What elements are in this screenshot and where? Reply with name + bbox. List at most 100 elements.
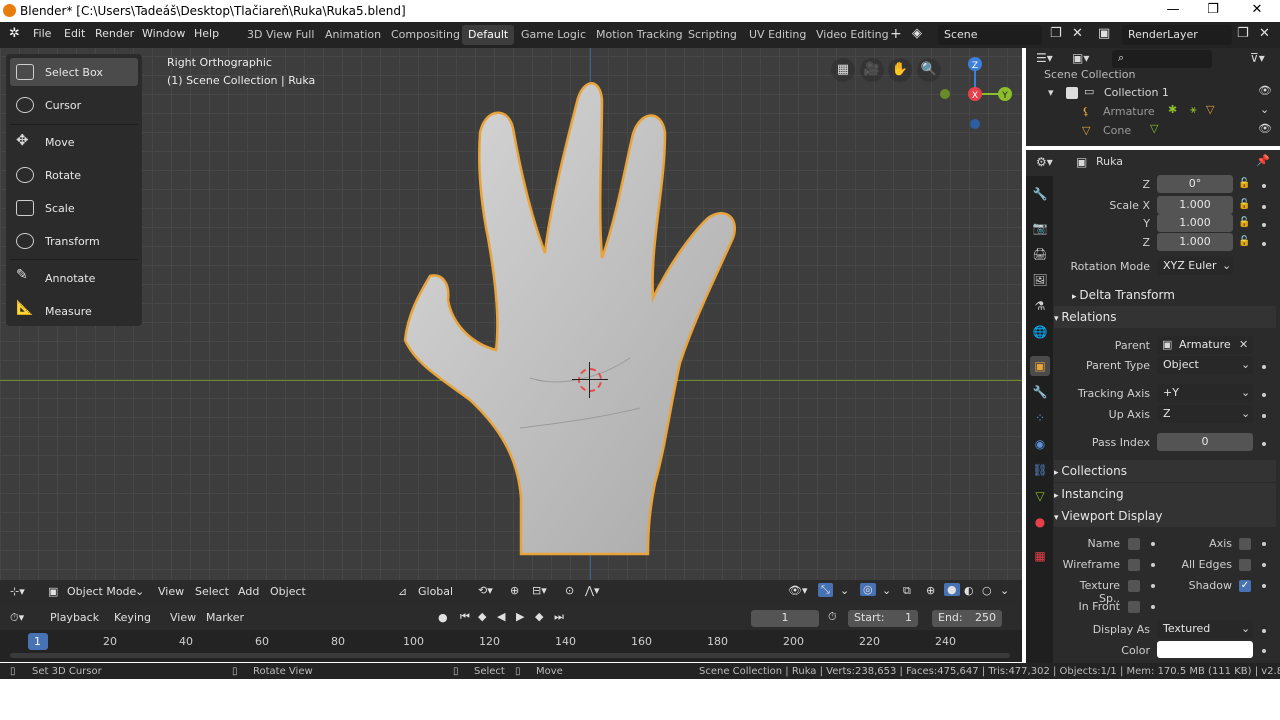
tab-3d-view-full[interactable]: 3D View Full (241, 25, 320, 45)
new-render-layer-icon[interactable]: ❐ (1237, 26, 1249, 41)
relations-header[interactable]: ▾ Relations (1054, 306, 1276, 328)
filter-icon[interactable]: ⊽▾ (1250, 51, 1265, 65)
instancing-header[interactable]: ▸ Instancing (1054, 483, 1276, 505)
menu-window[interactable]: Window (142, 27, 185, 40)
all-edges-checkbox[interactable] (1239, 559, 1251, 571)
expand-down-icon[interactable]: ⌄ (1260, 103, 1269, 116)
tracking-axis-dropdown[interactable]: +Y (1157, 384, 1253, 402)
orientation-dropdown[interactable]: Global (418, 585, 453, 598)
axis-gizmo[interactable]: Z X Y (935, 56, 1015, 136)
keyframe-dot[interactable] (1262, 393, 1266, 397)
start-frame-field[interactable]: Start: 1 (848, 610, 918, 627)
up-axis-dropdown[interactable]: Z (1157, 405, 1253, 423)
scale-x-field[interactable]: 1.000 (1157, 196, 1233, 214)
pivot-icon[interactable]: ⟲▾ (478, 584, 493, 597)
shadow-checkbox[interactable]: ✓ (1239, 580, 1251, 592)
particles-tab-icon[interactable]: ⁘ (1030, 408, 1050, 428)
tool-cursor[interactable]: Cursor (10, 91, 138, 119)
keyframe-dot[interactable] (1262, 223, 1266, 227)
mode-dropdown[interactable]: Object Mode (67, 585, 136, 598)
texture-space-checkbox[interactable] (1128, 580, 1140, 592)
eye-icon[interactable]: 👁 (1258, 122, 1272, 135)
end-frame-field[interactable]: End: 250 (932, 610, 1002, 627)
display-mode-icon[interactable]: ▣▾ (1072, 51, 1089, 65)
constraints-tab-icon[interactable]: ⛓ (1030, 460, 1050, 480)
render-tab-icon[interactable]: 📷 (1030, 218, 1050, 238)
overlay-toggle-icon[interactable]: ◎ (860, 583, 876, 596)
scale-y-field[interactable]: 1.000 (1157, 214, 1233, 232)
eye-icon[interactable]: 👁 (1258, 84, 1272, 97)
jump-end-icon[interactable]: ⏭ (554, 610, 564, 624)
gizmo-dropdown-icon[interactable]: ⌄ (840, 584, 849, 597)
rendered-shading-icon[interactable]: ○ (982, 584, 992, 597)
render-layer-icon[interactable]: ▣ (1098, 26, 1110, 41)
in-front-checkbox[interactable] (1128, 601, 1140, 613)
current-frame-field[interactable]: 1 (751, 610, 819, 627)
output-tab-icon[interactable]: 🖨 (1030, 244, 1050, 264)
tool-measure[interactable]: 📐 Measure (10, 297, 138, 325)
3d-viewport[interactable]: Select Box Cursor ✥ Move Rotate Scale Tra… (0, 48, 1022, 606)
keyframe-dot[interactable] (1262, 649, 1266, 653)
snap-icon[interactable]: ⊕ (510, 584, 519, 597)
close-icon[interactable]: ✕ (1244, 2, 1270, 20)
timeline-scrollbar[interactable] (10, 653, 1010, 658)
prev-keyframe-icon[interactable]: ◆ (478, 610, 486, 623)
timeline-editor-icon[interactable]: ⏱▾ (10, 611, 24, 625)
tool-annotate[interactable]: ✎ Annotate (10, 264, 138, 292)
menu-file[interactable]: File (33, 27, 51, 40)
menu-object[interactable]: Object (270, 585, 306, 598)
visibility-icon[interactable]: 👁▾ (788, 584, 808, 597)
axis-checkbox[interactable] (1239, 538, 1251, 550)
tab-scripting[interactable]: Scripting (682, 25, 743, 45)
properties-editor-icon[interactable]: ⚙▾ (1036, 155, 1053, 169)
outliner-root[interactable]: Scene Collection (1044, 68, 1135, 81)
remove-render-layer-icon[interactable]: ✕ (1259, 26, 1270, 41)
menu-view[interactable]: View (158, 585, 184, 598)
lock-icon[interactable]: 🔓 (1238, 178, 1250, 189)
tab-motion-tracking[interactable]: Motion Tracking (590, 25, 689, 45)
add-workspace-icon[interactable]: + (890, 26, 902, 42)
menu-render[interactable]: Render (95, 27, 134, 40)
display-as-dropdown[interactable]: Textured (1157, 620, 1253, 638)
pan-hand-icon[interactable]: ✋ (888, 58, 912, 82)
snap-target-icon[interactable]: ⊟▾ (532, 584, 547, 597)
scene-field[interactable]: Scene (938, 25, 1042, 45)
modifier-tab-icon[interactable]: 🔧 (1030, 382, 1050, 402)
menu-keying[interactable]: Keying (114, 611, 151, 624)
falloff-icon[interactable]: ⋀▾ (585, 584, 600, 597)
viewport-display-header[interactable]: ▾ Viewport Display (1054, 505, 1276, 527)
tool-move[interactable]: ✥ Move (10, 128, 138, 156)
outliner-search-input[interactable]: ⌕ (1112, 50, 1212, 68)
menu-add[interactable]: Add (238, 585, 259, 598)
play-icon[interactable]: ▶ (516, 610, 524, 623)
solid-shading-icon[interactable]: ● (944, 583, 960, 596)
tab-video-editing[interactable]: Video Editing (810, 25, 895, 45)
menu-help[interactable]: Help (194, 27, 219, 40)
editor-type-icon[interactable]: ⊹▾ (10, 585, 25, 598)
keyframe-dot[interactable] (1262, 442, 1266, 446)
parent-type-dropdown[interactable]: Object (1157, 356, 1253, 374)
texture-tab-icon[interactable]: ▦ (1030, 546, 1050, 566)
play-reverse-icon[interactable]: ◀ (497, 610, 505, 623)
collection-checkbox[interactable] (1066, 87, 1078, 99)
rotation-z-field[interactable]: 0° (1157, 175, 1233, 193)
scene-tab-icon[interactable]: ⚗ (1030, 296, 1050, 316)
record-icon[interactable]: ● (438, 611, 448, 624)
clear-parent-icon[interactable]: ✕ (1239, 338, 1248, 351)
new-scene-icon[interactable]: ❐ (1050, 26, 1062, 41)
menu-playback[interactable]: Playback (50, 611, 99, 624)
blender-menu-icon[interactable]: ✲ (9, 26, 20, 41)
material-tab-icon[interactable]: ● (1030, 512, 1050, 532)
outliner-collection[interactable]: Collection 1 (1104, 86, 1169, 99)
outliner-editor-icon[interactable]: ☰▾ (1036, 51, 1053, 65)
menu-marker[interactable]: Marker (206, 611, 244, 624)
overlay-dropdown-icon[interactable]: ⌄ (882, 584, 891, 597)
keyframe-dot[interactable] (1262, 184, 1266, 188)
pin-icon[interactable]: 📌 (1256, 154, 1270, 167)
tab-game-logic[interactable]: Game Logic (515, 25, 592, 45)
camera-view-icon[interactable]: 🎥 (860, 58, 884, 82)
minimize-button[interactable]: — (1160, 2, 1186, 20)
keyframe-dot[interactable] (1262, 414, 1266, 418)
outliner-item-cone[interactable]: Cone (1103, 124, 1131, 137)
tool-tab-icon[interactable]: 🔧 (1030, 184, 1050, 204)
